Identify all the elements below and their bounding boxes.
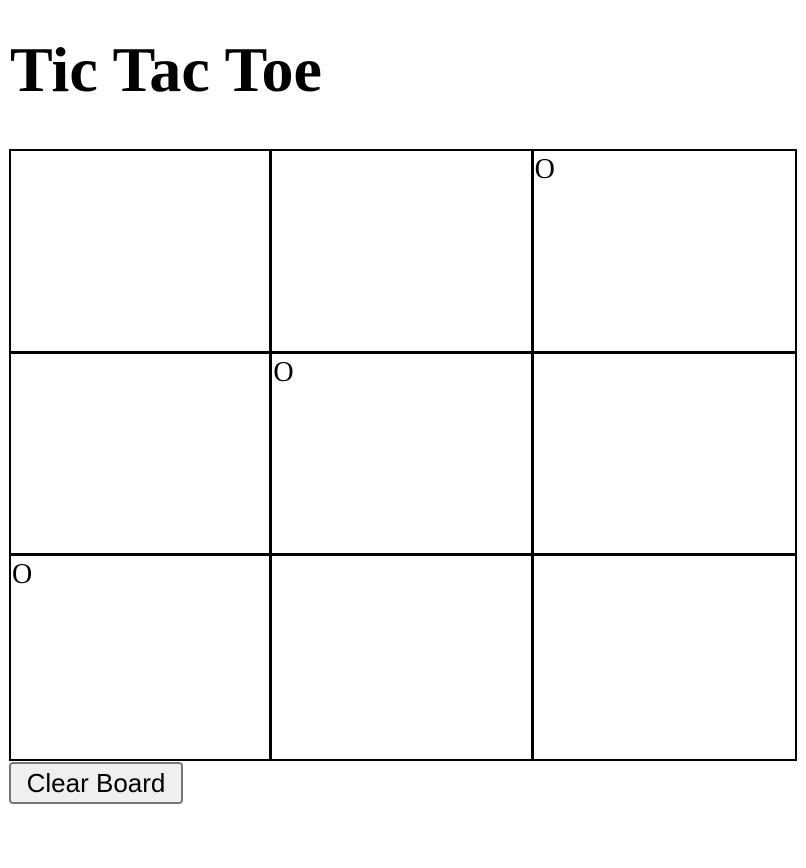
page-title: Tic Tac Toe xyxy=(10,34,322,105)
board-cell-r1-c1[interactable] xyxy=(11,151,273,354)
board-cell-r1-c3[interactable]: O xyxy=(533,151,795,354)
board-cell-r1-c2[interactable] xyxy=(272,151,534,354)
clear-board-button[interactable]: Clear Board xyxy=(9,762,183,804)
board-cell-r3-c1[interactable]: O xyxy=(11,556,273,759)
tic-tac-toe-board: O O O xyxy=(9,149,797,761)
board-cell-r3-c2[interactable] xyxy=(272,556,534,759)
board-cell-r3-c3[interactable] xyxy=(534,556,795,759)
board-cell-r2-c2[interactable]: O xyxy=(272,353,534,557)
board-cell-r2-c1[interactable] xyxy=(11,353,273,557)
board-cell-r2-c3[interactable] xyxy=(533,354,795,557)
